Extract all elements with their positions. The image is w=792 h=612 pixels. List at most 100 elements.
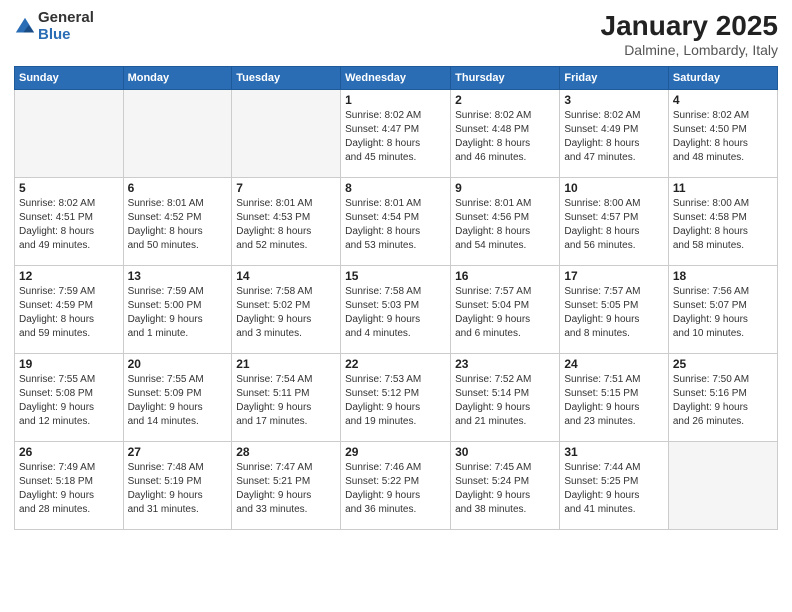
calendar-cell: 31 Sunrise: 7:44 AM Sunset: 5:25 PM Dayli… (560, 442, 669, 530)
calendar-cell: 4Sunrise: 8:02 AM Sunset: 4:50 PM Daylig… (668, 90, 777, 178)
day-info: Sunrise: 8:02 AM Sunset: 4:51 PM Dayligh… (19, 197, 119, 253)
day-number: 20 (128, 357, 228, 371)
day-info: Sunrise: 7:59 AM Sunset: 4:59 PM Dayligh… (19, 285, 119, 341)
day-info: Sunrise: 8:02 AM Sunset: 4:49 PM Dayligh… (564, 109, 664, 165)
calendar-week-1: 1 Sunrise: 8:02 AM Sunset: 4:47 PM Daylig… (15, 90, 778, 178)
calendar-cell: 28 Sunrise: 7:47 AM Sunset: 5:21 PM Dayli… (232, 442, 341, 530)
day-info: Sunrise: 8:01 AM Sunset: 4:54 PM Dayligh… (345, 197, 446, 253)
logo-icon (14, 16, 36, 38)
calendar-cell: 26Sunrise: 7:49 AM Sunset: 5:18 PM Dayli… (15, 442, 124, 530)
day-info: Sunrise: 8:00 AM Sunset: 4:57 PM Dayligh… (564, 197, 664, 253)
day-number: 27 (128, 445, 228, 459)
day-number: 13 (128, 269, 228, 283)
calendar-cell: 15 Sunrise: 7:58 AM Sunset: 5:03 PM Dayli… (341, 266, 451, 354)
day-number: 29 (345, 445, 446, 459)
day-number: 15 (345, 269, 446, 283)
logo: General Blue (14, 10, 94, 43)
calendar-cell: 7Sunrise: 8:01 AM Sunset: 4:53 PM Daylig… (232, 178, 341, 266)
day-number: 18 (673, 269, 773, 283)
weekday-tuesday: Tuesday (232, 67, 341, 90)
day-info: Sunrise: 7:57 AM Sunset: 5:05 PM Dayligh… (564, 285, 664, 341)
day-number: 14 (236, 269, 336, 283)
calendar-cell: 1 Sunrise: 8:02 AM Sunset: 4:47 PM Daylig… (341, 90, 451, 178)
calendar-cell: 25Sunrise: 7:50 AM Sunset: 5:16 PM Dayli… (668, 354, 777, 442)
day-info: Sunrise: 8:01 AM Sunset: 4:52 PM Dayligh… (128, 197, 228, 253)
day-info: Sunrise: 7:54 AM Sunset: 5:11 PM Dayligh… (236, 373, 336, 429)
day-number: 28 (236, 445, 336, 459)
day-info: Sunrise: 7:47 AM Sunset: 5:21 PM Dayligh… (236, 461, 336, 517)
calendar-cell: 19 Sunrise: 7:55 AM Sunset: 5:08 PM Dayli… (15, 354, 124, 442)
calendar-cell (668, 442, 777, 530)
day-info: Sunrise: 7:58 AM Sunset: 5:02 PM Dayligh… (236, 285, 336, 341)
day-number: 19 (19, 357, 119, 371)
calendar-cell: 11Sunrise: 8:00 AM Sunset: 4:58 PM Dayli… (668, 178, 777, 266)
day-info: Sunrise: 8:02 AM Sunset: 4:47 PM Dayligh… (345, 109, 446, 165)
calendar-cell: 20 Sunrise: 7:55 AM Sunset: 5:09 PM Dayli… (123, 354, 232, 442)
calendar-cell: 18 Sunrise: 7:56 AM Sunset: 5:07 PM Dayli… (668, 266, 777, 354)
calendar-cell (123, 90, 232, 178)
weekday-friday: Friday (560, 67, 669, 90)
day-info: Sunrise: 8:02 AM Sunset: 4:48 PM Dayligh… (455, 109, 555, 165)
day-info: Sunrise: 8:01 AM Sunset: 4:56 PM Dayligh… (455, 197, 555, 253)
day-info: Sunrise: 8:00 AM Sunset: 4:58 PM Dayligh… (673, 197, 773, 253)
day-number: 23 (455, 357, 555, 371)
day-info: Sunrise: 7:48 AM Sunset: 5:19 PM Dayligh… (128, 461, 228, 517)
day-info: Sunrise: 7:58 AM Sunset: 5:03 PM Dayligh… (345, 285, 446, 341)
title-block: January 2025 Dalmine, Lombardy, Italy (601, 10, 778, 58)
calendar-cell: 3Sunrise: 8:02 AM Sunset: 4:49 PM Daylig… (560, 90, 669, 178)
day-number: 8 (345, 181, 446, 195)
calendar-week-4: 19 Sunrise: 7:55 AM Sunset: 5:08 PM Dayli… (15, 354, 778, 442)
day-number: 6 (128, 181, 228, 195)
calendar-cell: 17 Sunrise: 7:57 AM Sunset: 5:05 PM Dayli… (560, 266, 669, 354)
day-info: Sunrise: 7:55 AM Sunset: 5:08 PM Dayligh… (19, 373, 119, 429)
day-info: Sunrise: 7:50 AM Sunset: 5:16 PM Dayligh… (673, 373, 773, 429)
calendar-cell: 9Sunrise: 8:01 AM Sunset: 4:56 PM Daylig… (451, 178, 560, 266)
calendar-cell: 13 Sunrise: 7:59 AM Sunset: 5:00 PM Dayli… (123, 266, 232, 354)
calendar-week-3: 12 Sunrise: 7:59 AM Sunset: 4:59 PM Dayli… (15, 266, 778, 354)
day-number: 5 (19, 181, 119, 195)
day-info: Sunrise: 7:53 AM Sunset: 5:12 PM Dayligh… (345, 373, 446, 429)
day-number: 17 (564, 269, 664, 283)
calendar-cell: 12 Sunrise: 7:59 AM Sunset: 4:59 PM Dayli… (15, 266, 124, 354)
day-number: 12 (19, 269, 119, 283)
logo-text: General Blue (38, 10, 94, 43)
day-number: 2 (455, 93, 555, 107)
calendar-cell: 16Sunrise: 7:57 AM Sunset: 5:04 PM Dayli… (451, 266, 560, 354)
day-number: 22 (345, 357, 446, 371)
calendar-body: 1 Sunrise: 8:02 AM Sunset: 4:47 PM Daylig… (15, 90, 778, 530)
calendar-cell: 6 Sunrise: 8:01 AM Sunset: 4:52 PM Daylig… (123, 178, 232, 266)
calendar-cell: 24Sunrise: 7:51 AM Sunset: 5:15 PM Dayli… (560, 354, 669, 442)
day-number: 4 (673, 93, 773, 107)
day-info: Sunrise: 7:46 AM Sunset: 5:22 PM Dayligh… (345, 461, 446, 517)
day-info: Sunrise: 7:44 AM Sunset: 5:25 PM Dayligh… (564, 461, 664, 517)
day-number: 26 (19, 445, 119, 459)
day-number: 1 (345, 93, 446, 107)
day-number: 10 (564, 181, 664, 195)
day-number: 24 (564, 357, 664, 371)
day-info: Sunrise: 7:59 AM Sunset: 5:00 PM Dayligh… (128, 285, 228, 341)
weekday-row: Sunday Monday Tuesday Wednesday Thursday… (15, 67, 778, 90)
day-info: Sunrise: 7:56 AM Sunset: 5:07 PM Dayligh… (673, 285, 773, 341)
calendar-cell: 10 Sunrise: 8:00 AM Sunset: 4:57 PM Dayli… (560, 178, 669, 266)
page: General Blue January 2025 Dalmine, Lomba… (0, 0, 792, 612)
calendar-cell: 8 Sunrise: 8:01 AM Sunset: 4:54 PM Daylig… (341, 178, 451, 266)
weekday-sunday: Sunday (15, 67, 124, 90)
day-number: 31 (564, 445, 664, 459)
day-number: 16 (455, 269, 555, 283)
calendar-cell: 29 Sunrise: 7:46 AM Sunset: 5:22 PM Dayli… (341, 442, 451, 530)
day-info: Sunrise: 7:55 AM Sunset: 5:09 PM Dayligh… (128, 373, 228, 429)
day-number: 30 (455, 445, 555, 459)
month-title: January 2025 (601, 10, 778, 42)
calendar-cell: 5 Sunrise: 8:02 AM Sunset: 4:51 PM Daylig… (15, 178, 124, 266)
day-info: Sunrise: 7:45 AM Sunset: 5:24 PM Dayligh… (455, 461, 555, 517)
calendar-cell: 22 Sunrise: 7:53 AM Sunset: 5:12 PM Dayli… (341, 354, 451, 442)
logo-general: General (38, 9, 94, 26)
calendar-week-2: 5 Sunrise: 8:02 AM Sunset: 4:51 PM Daylig… (15, 178, 778, 266)
calendar-cell: 2 Sunrise: 8:02 AM Sunset: 4:48 PM Daylig… (451, 90, 560, 178)
calendar-week-5: 26Sunrise: 7:49 AM Sunset: 5:18 PM Dayli… (15, 442, 778, 530)
location: Dalmine, Lombardy, Italy (601, 42, 778, 58)
weekday-thursday: Thursday (451, 67, 560, 90)
day-info: Sunrise: 7:52 AM Sunset: 5:14 PM Dayligh… (455, 373, 555, 429)
calendar-cell: 23 Sunrise: 7:52 AM Sunset: 5:14 PM Dayli… (451, 354, 560, 442)
weekday-saturday: Saturday (668, 67, 777, 90)
